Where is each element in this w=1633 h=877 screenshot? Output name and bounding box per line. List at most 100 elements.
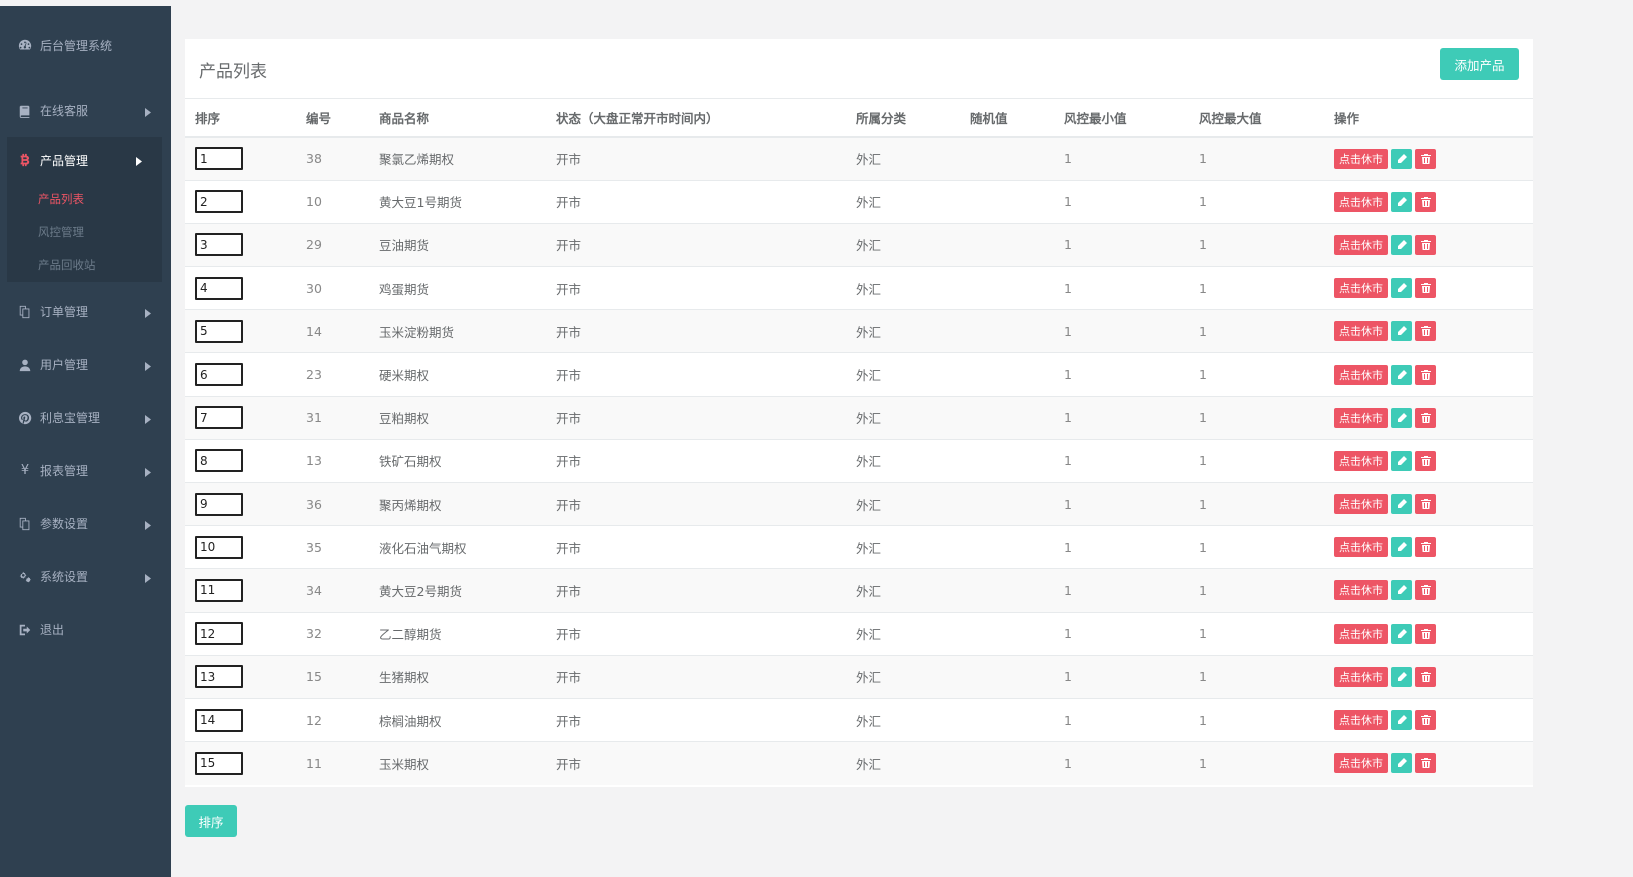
- rest-button[interactable]: 点击休市: [1334, 537, 1388, 558]
- rest-button[interactable]: 点击休市: [1334, 710, 1388, 731]
- add-product-button[interactable]: 添加产品: [1440, 48, 1519, 80]
- edit-button[interactable]: [1391, 234, 1412, 255]
- edit-button[interactable]: [1391, 666, 1412, 687]
- rest-button[interactable]: 点击休市: [1334, 321, 1388, 342]
- random-cell: [960, 654, 1054, 699]
- trash-icon: [1420, 499, 1431, 510]
- trash-icon: [1420, 628, 1431, 639]
- actions-cell: 点击休市: [1324, 266, 1533, 310]
- sidebar-item-online-service[interactable]: 在线客服: [0, 84, 171, 137]
- random-cell: [960, 179, 1054, 224]
- edit-button[interactable]: [1391, 278, 1412, 299]
- trash-icon: [1420, 412, 1431, 423]
- col-header-min: 风控最小值: [1054, 99, 1189, 138]
- row-actions: 点击休市: [1334, 753, 1533, 774]
- status-cell: 开市: [546, 741, 846, 785]
- edit-button[interactable]: [1391, 407, 1412, 428]
- edit-button[interactable]: [1391, 191, 1412, 212]
- delete-button[interactable]: [1415, 494, 1436, 515]
- order-input[interactable]: [195, 708, 243, 732]
- order-input[interactable]: [195, 363, 243, 387]
- order-input[interactable]: [195, 535, 243, 559]
- edit-button[interactable]: [1391, 623, 1412, 644]
- rest-button[interactable]: 点击休市: [1334, 623, 1388, 644]
- risk-max-cell: 1: [1189, 352, 1324, 397]
- sidebar-item-reports[interactable]: ¥ 报表管理: [0, 444, 171, 497]
- delete-button[interactable]: [1415, 580, 1436, 601]
- random-cell: [960, 525, 1054, 569]
- sidebar-sub-recycle-bin[interactable]: 产品回收站: [7, 249, 162, 282]
- order-input[interactable]: [195, 751, 243, 775]
- order-input[interactable]: [195, 449, 243, 473]
- rest-button[interactable]: 点击休市: [1334, 753, 1388, 774]
- pencil-icon: [1396, 369, 1407, 380]
- edit-button[interactable]: [1391, 753, 1412, 774]
- sidebar-sub-product-list[interactable]: 产品列表: [7, 183, 162, 216]
- sidebar-item-products[interactable]: 产品管理: [7, 137, 162, 183]
- edit-button[interactable]: [1391, 450, 1412, 471]
- risk-max-cell: 1: [1189, 481, 1324, 526]
- delete-button[interactable]: [1415, 710, 1436, 731]
- order-input[interactable]: [195, 492, 243, 516]
- rest-button[interactable]: 点击休市: [1334, 494, 1388, 515]
- risk-min-cell: 1: [1054, 741, 1189, 785]
- sidebar-brand[interactable]: 后台管理系统: [0, 6, 171, 84]
- sidebar-item-users[interactable]: 用户管理: [0, 338, 171, 391]
- edit-button[interactable]: [1391, 494, 1412, 515]
- delete-button[interactable]: [1415, 234, 1436, 255]
- rest-button[interactable]: 点击休市: [1334, 364, 1388, 385]
- rest-button[interactable]: 点击休市: [1334, 234, 1388, 255]
- sidebar-item-orders[interactable]: 订单管理: [0, 285, 171, 338]
- delete-button[interactable]: [1415, 450, 1436, 471]
- order-input[interactable]: [195, 406, 243, 430]
- id-cell: 38: [296, 136, 369, 181]
- sidebar-item-label: 系统设置: [40, 570, 89, 584]
- delete-button[interactable]: [1415, 191, 1436, 212]
- random-cell: [960, 266, 1054, 310]
- order-input[interactable]: [195, 622, 243, 646]
- delete-button[interactable]: [1415, 623, 1436, 644]
- order-input[interactable]: [195, 665, 243, 689]
- sidebar-item-params[interactable]: 参数设置: [0, 497, 171, 550]
- edit-button[interactable]: [1391, 537, 1412, 558]
- edit-button[interactable]: [1391, 321, 1412, 342]
- delete-button[interactable]: [1415, 364, 1436, 385]
- rest-button[interactable]: 点击休市: [1334, 666, 1388, 687]
- edit-button[interactable]: [1391, 710, 1412, 731]
- order-input[interactable]: [195, 319, 243, 343]
- pencil-icon: [1396, 499, 1407, 510]
- rest-button[interactable]: 点击休市: [1334, 580, 1388, 601]
- status-cell: 开市: [546, 697, 846, 742]
- sidebar-item-system[interactable]: 系统设置: [0, 550, 171, 603]
- sidebar-item-label: 用户管理: [40, 358, 89, 372]
- delete-button[interactable]: [1415, 666, 1436, 687]
- risk-max-cell: 1: [1189, 438, 1324, 483]
- trash-icon: [1420, 455, 1431, 466]
- rest-button[interactable]: 点击休市: [1334, 278, 1388, 299]
- delete-button[interactable]: [1415, 278, 1436, 299]
- sidebar-item-logout[interactable]: 退出: [0, 603, 171, 656]
- rest-button[interactable]: 点击休市: [1334, 407, 1388, 428]
- delete-button[interactable]: [1415, 407, 1436, 428]
- rest-button[interactable]: 点击休市: [1334, 191, 1388, 212]
- sidebar-item-interest[interactable]: 利息宝管理: [0, 391, 171, 444]
- id-cell: 35: [296, 525, 369, 569]
- order-input[interactable]: [195, 190, 243, 214]
- edit-button[interactable]: [1391, 148, 1412, 169]
- delete-button[interactable]: [1415, 321, 1436, 342]
- delete-button[interactable]: [1415, 537, 1436, 558]
- order-cell: [185, 525, 296, 569]
- order-input[interactable]: [195, 276, 243, 300]
- rest-button[interactable]: 点击休市: [1334, 450, 1388, 471]
- sidebar-sub-risk-control[interactable]: 风控管理: [7, 216, 162, 249]
- delete-button[interactable]: [1415, 148, 1436, 169]
- order-input[interactable]: [195, 233, 243, 257]
- delete-button[interactable]: [1415, 753, 1436, 774]
- order-input[interactable]: [195, 147, 243, 171]
- order-input[interactable]: [195, 578, 243, 602]
- sort-button[interactable]: 排序: [185, 805, 237, 837]
- edit-button[interactable]: [1391, 580, 1412, 601]
- edit-button[interactable]: [1391, 364, 1412, 385]
- trash-icon: [1420, 671, 1431, 682]
- rest-button[interactable]: 点击休市: [1334, 148, 1388, 169]
